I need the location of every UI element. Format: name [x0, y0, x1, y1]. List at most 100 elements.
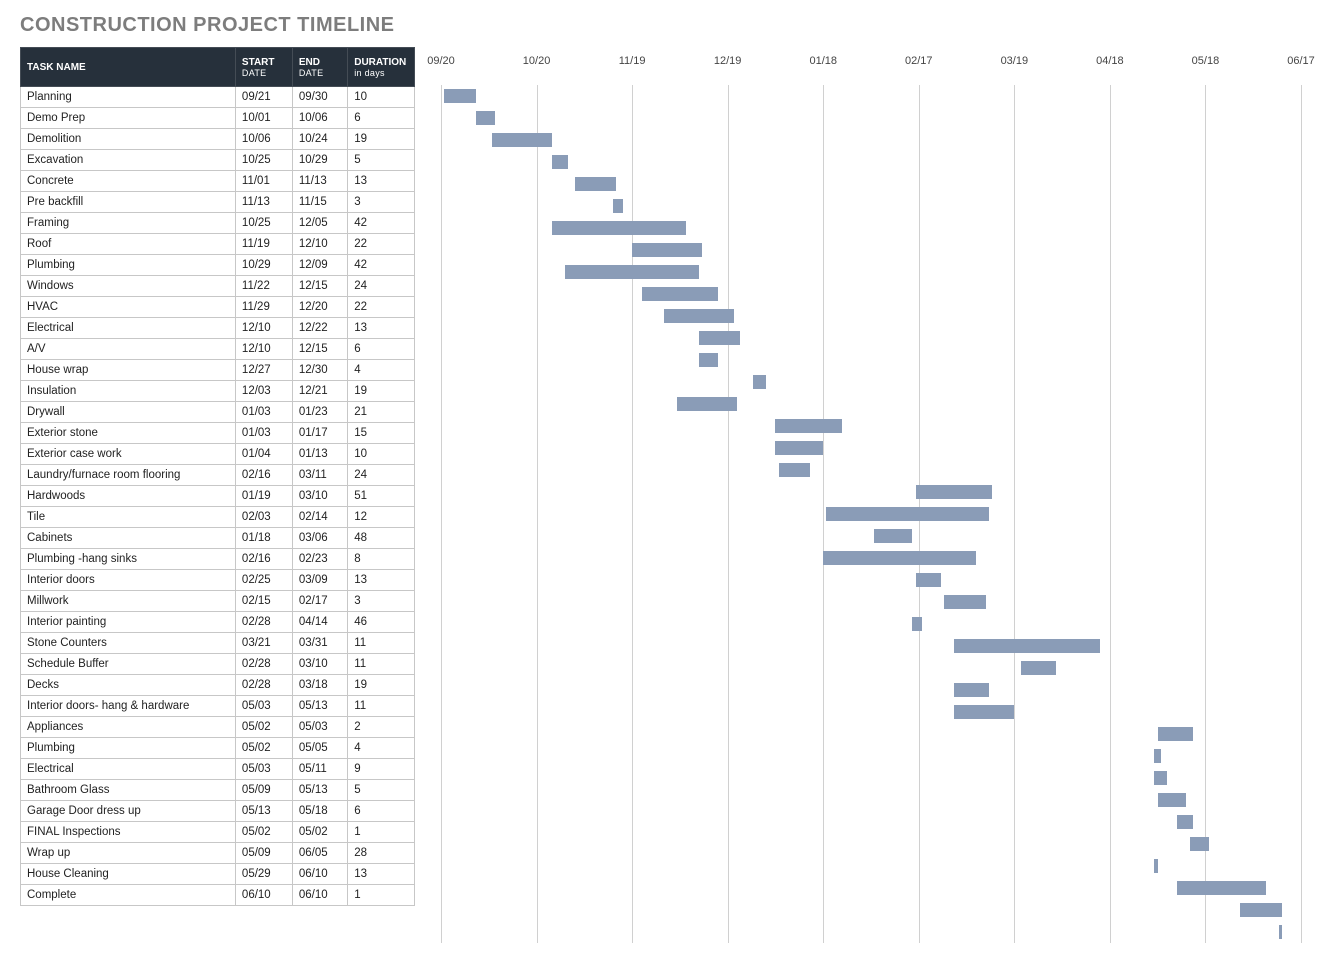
end-date-cell: 10/06 — [292, 108, 347, 129]
gantt-bar — [677, 397, 738, 411]
table-row: Drywall01/0301/2321 — [21, 402, 415, 423]
task-name-cell: Pre backfill — [21, 192, 236, 213]
end-date-cell: 12/05 — [292, 213, 347, 234]
duration-cell: 10 — [348, 87, 415, 108]
gantt-bar — [575, 177, 616, 191]
gantt-row — [441, 261, 1301, 283]
gantt-row — [441, 789, 1301, 811]
task-name-cell: Complete — [21, 885, 236, 906]
duration-cell: 3 — [348, 591, 415, 612]
duration-cell: 11 — [348, 696, 415, 717]
gantt-row — [441, 877, 1301, 899]
gantt-row — [441, 415, 1301, 437]
end-date-cell: 03/11 — [292, 465, 347, 486]
duration-cell: 1 — [348, 885, 415, 906]
end-date-cell: 06/10 — [292, 885, 347, 906]
table-row: Exterior case work01/0401/1310 — [21, 444, 415, 465]
gantt-tick-label: 02/17 — [905, 55, 933, 67]
end-date-cell: 11/13 — [292, 171, 347, 192]
gantt-header: 09/2010/2011/1912/1901/1802/1703/1904/18… — [441, 47, 1301, 85]
table-row: Schedule Buffer02/2803/1011 — [21, 654, 415, 675]
duration-cell: 4 — [348, 738, 415, 759]
gantt-bar — [954, 639, 1101, 653]
start-date-cell: 11/19 — [235, 234, 292, 255]
task-name-cell: Plumbing -hang sinks — [21, 549, 236, 570]
duration-cell: 10 — [348, 444, 415, 465]
gantt-bar — [1021, 661, 1056, 675]
duration-cell: 8 — [348, 549, 415, 570]
end-date-cell: 01/23 — [292, 402, 347, 423]
page-title: CONSTRUCTION PROJECT TIMELINE — [20, 14, 1323, 37]
duration-cell: 24 — [348, 276, 415, 297]
gantt-row — [441, 525, 1301, 547]
table-row: Appliances05/0205/032 — [21, 717, 415, 738]
start-date-cell: 05/03 — [235, 759, 292, 780]
gantt-row — [441, 85, 1301, 107]
gantt-bar — [476, 111, 495, 125]
gantt-bar — [1177, 815, 1193, 829]
col-header-end-sub: DATE — [299, 68, 341, 78]
table-row: Demolition10/0610/2419 — [21, 129, 415, 150]
task-name-cell: Interior painting — [21, 612, 236, 633]
gantt-tick-label: 11/19 — [619, 55, 646, 67]
gantt-row — [441, 613, 1301, 635]
table-row: Stone Counters03/2103/3111 — [21, 633, 415, 654]
gantt-row — [441, 811, 1301, 833]
table-row: Windows11/2212/1524 — [21, 276, 415, 297]
table-row: Cabinets01/1803/0648 — [21, 528, 415, 549]
gantt-bar — [954, 705, 1015, 719]
start-date-cell: 02/03 — [235, 507, 292, 528]
end-date-cell: 12/21 — [292, 381, 347, 402]
task-name-cell: Drywall — [21, 402, 236, 423]
task-name-cell: Interior doors- hang & hardware — [21, 696, 236, 717]
col-header-end: END DATE — [292, 48, 347, 87]
task-name-cell: Windows — [21, 276, 236, 297]
start-date-cell: 10/25 — [235, 150, 292, 171]
table-row: Pre backfill11/1311/153 — [21, 192, 415, 213]
gantt-body — [441, 85, 1301, 943]
end-date-cell: 12/15 — [292, 276, 347, 297]
end-date-cell: 12/09 — [292, 255, 347, 276]
col-header-start-label: START — [242, 57, 275, 68]
end-date-cell: 03/09 — [292, 570, 347, 591]
duration-cell: 2 — [348, 717, 415, 738]
duration-cell: 13 — [348, 570, 415, 591]
task-name-cell: Laundry/furnace room flooring — [21, 465, 236, 486]
task-name-cell: Exterior stone — [21, 423, 236, 444]
task-name-cell: FINAL Inspections — [21, 822, 236, 843]
gantt-row — [441, 635, 1301, 657]
task-name-cell: Demolition — [21, 129, 236, 150]
gantt-tick-label: 04/18 — [1096, 55, 1124, 67]
gantt-tick-label: 05/18 — [1192, 55, 1220, 67]
duration-cell: 15 — [348, 423, 415, 444]
gantt-tick-label: 10/20 — [523, 55, 551, 67]
start-date-cell: 11/01 — [235, 171, 292, 192]
col-header-end-label: END — [299, 57, 320, 68]
duration-cell: 1 — [348, 822, 415, 843]
task-table: TASK NAME START DATE END DATE DURATION i… — [20, 47, 415, 906]
table-row: Interior painting02/2804/1446 — [21, 612, 415, 633]
table-row: Hardwoods01/1903/1051 — [21, 486, 415, 507]
gantt-bar — [444, 89, 476, 103]
gantt-bar — [916, 485, 992, 499]
gantt-row — [441, 767, 1301, 789]
gantt-bar — [775, 419, 842, 433]
start-date-cell: 01/19 — [235, 486, 292, 507]
table-row: Garage Door dress up05/1305/186 — [21, 801, 415, 822]
gantt-row — [441, 679, 1301, 701]
task-name-cell: Planning — [21, 87, 236, 108]
start-date-cell: 10/29 — [235, 255, 292, 276]
col-header-start-sub: DATE — [242, 68, 286, 78]
task-name-cell: Schedule Buffer — [21, 654, 236, 675]
duration-cell: 19 — [348, 675, 415, 696]
gantt-row — [441, 657, 1301, 679]
start-date-cell: 12/10 — [235, 318, 292, 339]
duration-cell: 9 — [348, 759, 415, 780]
duration-cell: 48 — [348, 528, 415, 549]
start-date-cell: 03/21 — [235, 633, 292, 654]
end-date-cell: 11/15 — [292, 192, 347, 213]
duration-cell: 24 — [348, 465, 415, 486]
end-date-cell: 06/10 — [292, 864, 347, 885]
start-date-cell: 12/03 — [235, 381, 292, 402]
gantt-row — [441, 393, 1301, 415]
